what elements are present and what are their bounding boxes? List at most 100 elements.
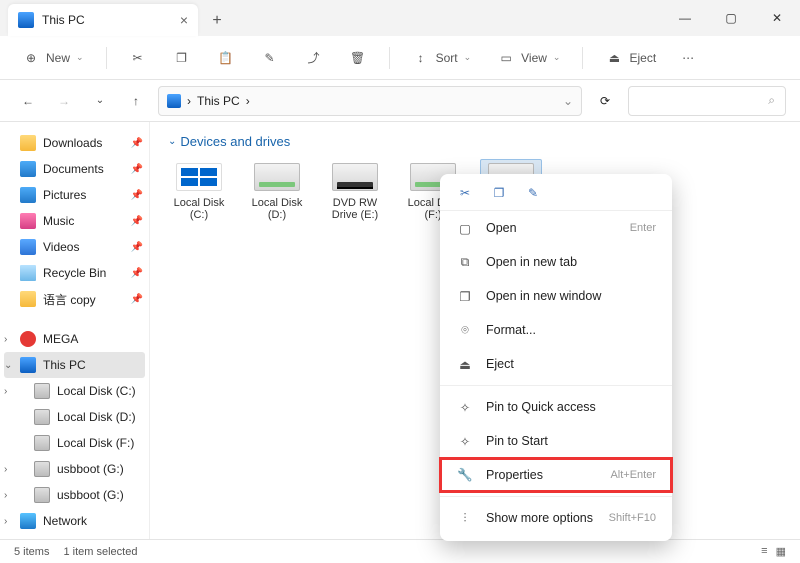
context-menu-item[interactable]: ⧉Open in new tab [440, 245, 672, 279]
search-input[interactable]: ⌕ [628, 86, 786, 116]
expander-icon[interactable]: › [4, 386, 7, 397]
shortcut-label: Shift+F10 [609, 512, 656, 524]
folder-icon [20, 331, 36, 347]
sidebar-item[interactable]: Documents📌 [0, 156, 149, 182]
expander-icon[interactable]: ⌄ [4, 360, 12, 371]
context-menu-label: Pin to Start [486, 434, 548, 448]
paste-button[interactable]: 📋 [211, 45, 241, 71]
sort-button[interactable]: ↕ Sort ⌄ [406, 45, 478, 71]
expander-icon[interactable]: › [4, 334, 7, 345]
rename-button[interactable]: ✎ [255, 45, 285, 71]
delete-button[interactable]: 🗑 [343, 45, 373, 71]
icons-view-icon[interactable]: ▦ [776, 545, 786, 558]
scissors-icon: ✂ [129, 49, 147, 67]
sidebar-item[interactable]: ›MEGA [0, 326, 149, 352]
drive-item[interactable]: DVDDVD RW Drive (E:) [324, 159, 386, 221]
pin-icon: 📌 [131, 138, 143, 149]
copy-icon: ❐ [173, 49, 191, 67]
forward-button[interactable]: → [50, 87, 78, 115]
context-menu-item[interactable]: 🔧PropertiesAlt+Enter [440, 458, 672, 492]
pc-icon [18, 12, 34, 28]
breadcrumb-path[interactable]: This PC [197, 94, 240, 108]
back-button[interactable]: ← [14, 87, 42, 115]
sidebar-item[interactable]: Recycle Bin 📌 [0, 260, 149, 286]
sidebar-item[interactable]: Music📌 [0, 208, 149, 234]
rename-icon[interactable]: ✎ [524, 186, 542, 200]
folder-icon [20, 357, 36, 373]
view-label: View [521, 51, 547, 65]
context-menu-label: Open in new tab [486, 255, 577, 269]
up-button[interactable]: ↑ [122, 87, 150, 115]
share-button[interactable]: ⤴ [299, 45, 329, 71]
content-pane: ⌄ Devices and drives Local Disk (C:) Loca… [150, 122, 800, 539]
drive-item[interactable]: Local Disk (C:) [168, 159, 230, 221]
context-menu-item[interactable]: ✧Pin to Quick access [440, 390, 672, 424]
refresh-button[interactable]: ⟳ [590, 86, 620, 116]
minimize-button[interactable]: ― [662, 0, 708, 36]
sidebar-item[interactable]: Videos📌 [0, 234, 149, 260]
more-icon: ⫶ [456, 511, 474, 526]
copy-button[interactable]: ❐ [167, 45, 197, 71]
details-view-icon[interactable]: ≡ [761, 545, 767, 558]
folder-icon [34, 435, 50, 451]
expander-icon[interactable]: › [4, 490, 7, 501]
close-window-button[interactable]: ✕ [754, 0, 800, 36]
sidebar-item[interactable]: ›Local Disk (C:) [0, 378, 149, 404]
sidebar-item[interactable]: › usbboot (G:) [0, 456, 149, 482]
context-menu-item[interactable]: ▢OpenEnter [440, 211, 672, 245]
context-menu-item[interactable]: ❐Open in new window [440, 279, 672, 313]
sidebar-item-label: Recycle Bin [43, 266, 106, 280]
drive-item[interactable]: Local Disk (D:) [246, 159, 308, 221]
cut-button[interactable]: ✂ [123, 45, 153, 71]
chevron-down-icon: ⌄ [553, 52, 561, 63]
view-button[interactable]: ▭ View ⌄ [491, 45, 566, 71]
more-button[interactable]: ⋯ [676, 47, 700, 69]
sidebar-item[interactable]: Local Disk (D:) [0, 404, 149, 430]
history-chevron[interactable]: ⌄ [86, 87, 114, 115]
address-bar[interactable]: › This PC › ⌄ [158, 86, 582, 116]
folder-icon [20, 239, 36, 255]
context-menu-item[interactable]: ✧Pin to Start [440, 424, 672, 458]
folder-icon [20, 213, 36, 229]
context-menu-item[interactable]: ⌾Format... [440, 313, 672, 347]
sidebar-item-label: Pictures [43, 188, 86, 202]
section-header[interactable]: ⌄ Devices and drives [168, 134, 782, 149]
sidebar-item[interactable]: Downloads📌 [0, 130, 149, 156]
new-tab-button[interactable]: + [202, 6, 232, 36]
toolbar: ⊕ New ⌄ ✂ ❐ 📋 ✎ ⤴ 🗑 ↕ Sort ⌄ ▭ View ⌄ ⏏ … [0, 36, 800, 80]
expander-icon[interactable]: › [4, 464, 7, 475]
sidebar-item[interactable]: Pictures📌 [0, 182, 149, 208]
context-menu-label: Eject [486, 357, 514, 371]
scissors-icon[interactable]: ✂ [456, 186, 474, 200]
rename-icon: ✎ [261, 49, 279, 67]
drive-label: DVD RW Drive (E:) [324, 197, 386, 221]
pin-icon: 📌 [131, 268, 143, 279]
breadcrumb-separator: › [187, 94, 191, 108]
sidebar-item[interactable]: 语言 copy📌 [0, 286, 149, 312]
maximize-button[interactable]: ▢ [708, 0, 754, 36]
folder-icon [20, 291, 36, 307]
chevron-down-icon[interactable]: ⌄ [563, 94, 573, 108]
folder-icon [34, 461, 50, 477]
eject-button[interactable]: ⏏ Eject [599, 45, 662, 71]
context-menu-item[interactable]: ⏏Eject [440, 347, 672, 381]
context-menu-item[interactable]: ⫶Show more optionsShift+F10 [440, 501, 672, 535]
sidebar-item-label: Network [43, 514, 87, 528]
close-tab-icon[interactable]: × [180, 12, 188, 28]
sidebar-item[interactable]: ⌄This PC [4, 352, 145, 378]
item-count: 5 items [14, 546, 49, 558]
sidebar-item[interactable]: ›usbboot (G:) [0, 482, 149, 508]
window-tab[interactable]: This PC × [8, 4, 198, 36]
sidebar-item[interactable]: › Network [0, 508, 149, 534]
expander-icon[interactable]: › [4, 516, 7, 527]
folder-icon [34, 383, 50, 399]
window-controls: ― ▢ ✕ [662, 0, 800, 36]
copy-icon[interactable]: ❐ [490, 186, 508, 200]
wrench-icon: 🔧 [456, 468, 474, 483]
sidebar-item[interactable]: Local Disk (F:) [0, 430, 149, 456]
sidebar-item-label: usbboot (G:) [57, 462, 124, 476]
new-label: New [46, 51, 70, 65]
share-icon: ⤴ [305, 49, 323, 67]
new-button[interactable]: ⊕ New ⌄ [16, 45, 90, 71]
titlebar: This PC × + ― ▢ ✕ [0, 0, 800, 36]
